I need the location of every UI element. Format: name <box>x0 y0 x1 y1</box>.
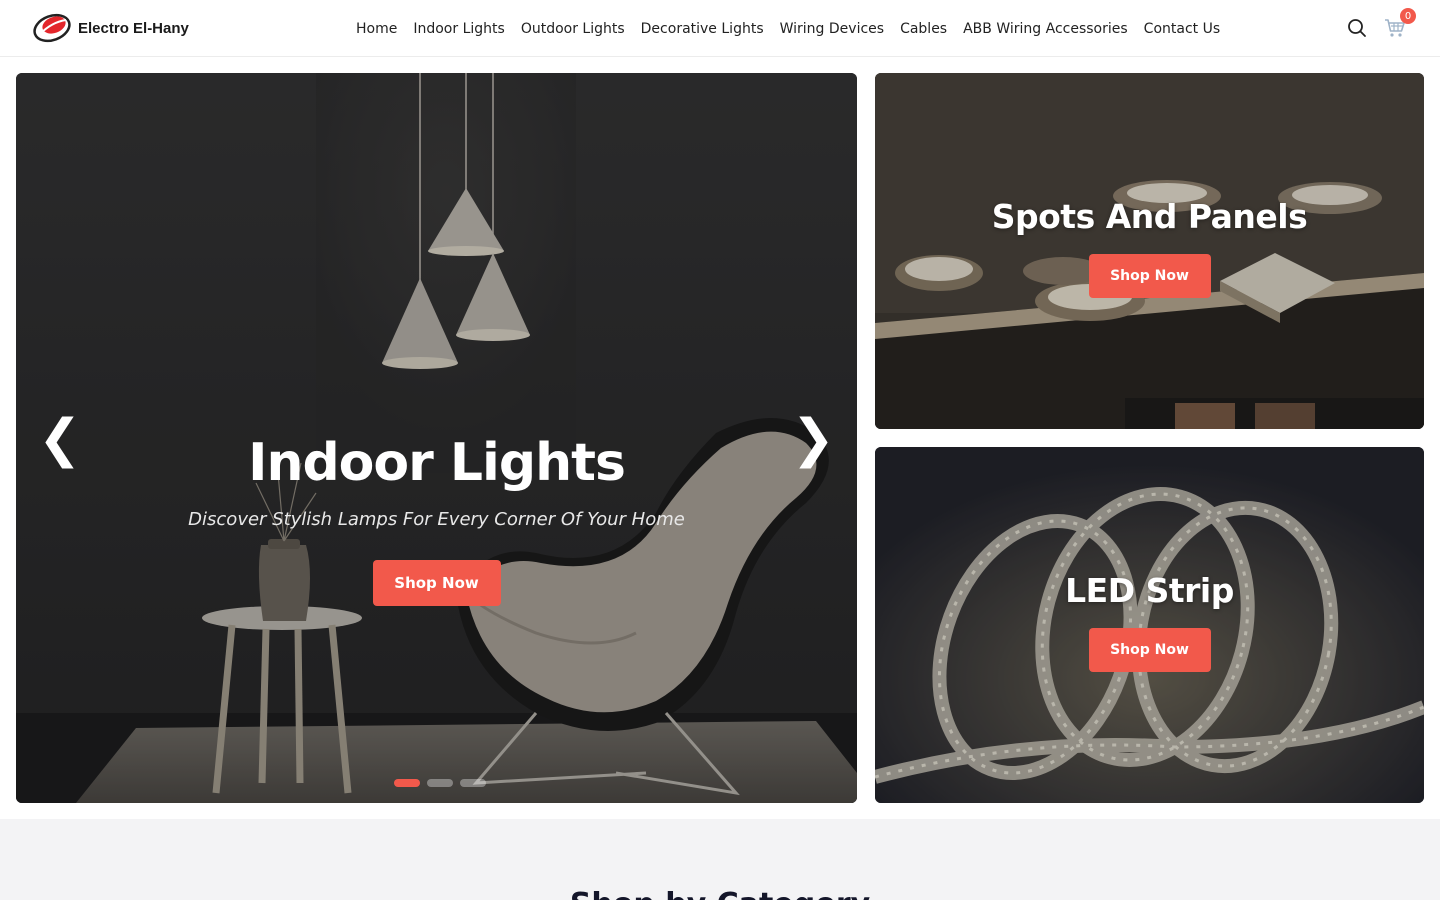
nav-item-cables[interactable]: Cables <box>892 21 955 37</box>
banner-led-strip[interactable]: LED Strip Shop Now <box>875 447 1424 803</box>
search-icon <box>1348 19 1366 37</box>
banner-spots-and-panels[interactable]: Spots And Panels Shop Now <box>875 73 1424 429</box>
brand-logo-icon <box>33 13 71 43</box>
hero-subtitle: Discover Stylish Lamps For Every Corner … <box>188 509 685 530</box>
slider-dots <box>394 779 486 787</box>
nav-item-outdoor-lights[interactable]: Outdoor Lights <box>513 21 633 37</box>
site-header: Electro El-Hany Home Indoor Lights Outdo… <box>0 0 1440 57</box>
brand-name: Electro El-Hany <box>78 19 189 37</box>
banner-spots-content: Spots And Panels Shop Now <box>875 197 1424 298</box>
cart-button[interactable]: 0 <box>1382 8 1416 44</box>
banner-spots-title: Spots And Panels <box>991 197 1308 236</box>
slider-dot-1[interactable] <box>394 779 420 787</box>
shop-by-category-section: Shop by Category <box>0 819 1440 900</box>
hero-content: Indoor Lights Discover Stylish Lamps For… <box>16 433 857 606</box>
search-button[interactable] <box>1344 12 1370 44</box>
hero-slider: ❮ ❯ Indoor Lights Discover Stylish Lamps… <box>16 73 857 803</box>
section-heading: Shop by Category <box>0 887 1440 900</box>
nav-item-indoor-lights[interactable]: Indoor Lights <box>405 21 512 37</box>
brand[interactable]: Electro El-Hany <box>32 12 189 44</box>
slider-dot-3[interactable] <box>460 779 486 787</box>
banner-led-content: LED Strip Shop Now <box>875 571 1424 672</box>
hero-title: Indoor Lights <box>248 433 626 493</box>
header-actions: 0 <box>1344 8 1416 44</box>
nav-item-wiring-devices[interactable]: Wiring Devices <box>772 21 892 37</box>
banner-led-title: LED Strip <box>1065 571 1234 610</box>
nav-item-contact-us[interactable]: Contact Us <box>1136 21 1228 37</box>
nav-item-decorative-lights[interactable]: Decorative Lights <box>633 21 772 37</box>
cart-count-badge: 0 <box>1400 8 1416 24</box>
nav-item-abb-wiring-accessories[interactable]: ABB Wiring Accessories <box>955 21 1136 37</box>
hero-shop-now-button[interactable]: Shop Now <box>372 560 501 606</box>
banner-spots-shop-now-button[interactable]: Shop Now <box>1088 254 1211 298</box>
main-nav: Home Indoor Lights Outdoor Lights Decora… <box>348 0 1228 57</box>
banner-led-shop-now-button[interactable]: Shop Now <box>1088 628 1211 672</box>
slider-dot-2[interactable] <box>427 779 453 787</box>
nav-item-home[interactable]: Home <box>348 21 405 37</box>
